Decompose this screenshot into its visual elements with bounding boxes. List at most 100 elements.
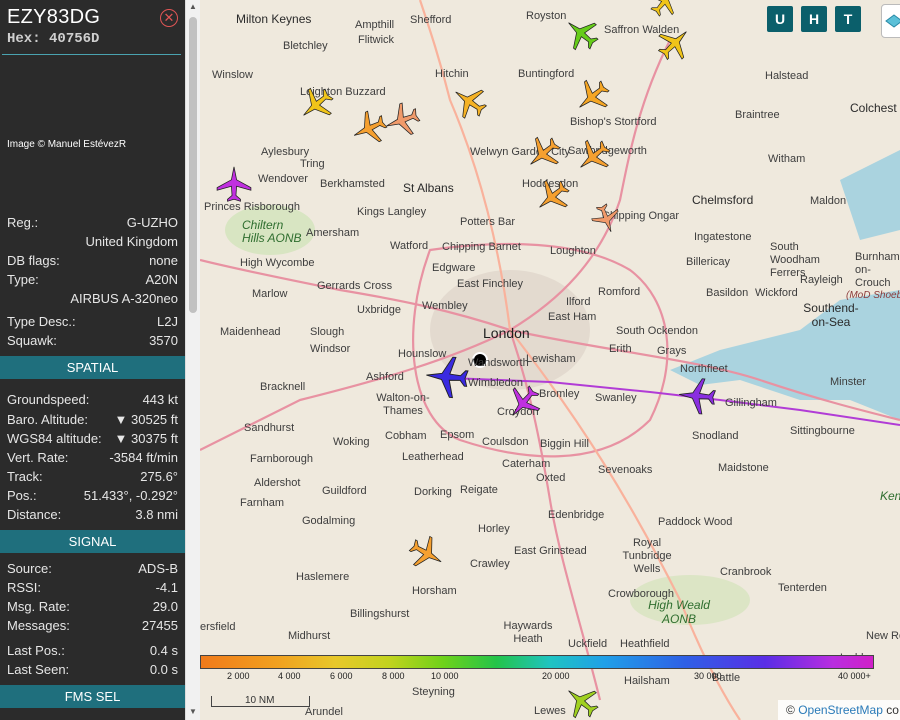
- toggle-t-button[interactable]: T: [835, 6, 861, 32]
- toggle-u-button[interactable]: U: [767, 6, 793, 32]
- legend-tick: 6 000: [330, 671, 353, 681]
- aonb-label: Chiltern Hills AONB: [242, 218, 302, 245]
- baro-altitude-row: Baro. Altitude: ▼ 30525 ft: [7, 412, 178, 427]
- place-label: Sittingbourne: [790, 425, 855, 437]
- place-label: Guildford: [322, 485, 367, 497]
- place-label: Loughton: [550, 245, 596, 257]
- map-attribution: © OpenStreetMap co: [778, 700, 900, 720]
- place-label: Leatherhead: [402, 451, 464, 463]
- type-name-row: AIRBUS A-320neo: [70, 291, 178, 306]
- place-label: Royston: [526, 10, 567, 22]
- place-label: Hounslow: [398, 348, 447, 360]
- map-view[interactable]: Milton Keynes Shefford Royston Saffron W…: [200, 0, 900, 720]
- legend-tick: 4 000: [278, 671, 301, 681]
- place-label: Braintree: [735, 109, 780, 121]
- country-row: United Kingdom: [85, 234, 179, 249]
- place-label: ersfield: [200, 621, 236, 633]
- layers-icon[interactable]: [881, 4, 900, 38]
- aonb-label: High Weald AONB: [648, 598, 710, 626]
- scroll-up-icon[interactable]: ▲: [186, 0, 200, 14]
- place-label: Haywards Heath: [503, 620, 553, 645]
- place-label: High Wycombe: [240, 257, 315, 269]
- scroll-down-icon[interactable]: ▼: [186, 705, 200, 719]
- place-label: Chipping Barnet: [442, 241, 521, 253]
- place-label: Rayleigh: [800, 274, 843, 286]
- toggle-h-button[interactable]: H: [801, 6, 827, 32]
- place-label: Winslow: [212, 69, 253, 81]
- spatial-section-header: SPATIAL: [0, 356, 185, 379]
- place-label: Chelmsford: [692, 193, 754, 207]
- place-label: Aylesbury: [261, 146, 310, 158]
- legend-tick: 10 000: [431, 671, 459, 681]
- last-pos-row: Last Pos.: 0.4 s: [7, 643, 178, 658]
- fms-sel-section-header: FMS SEL: [0, 685, 185, 708]
- hex-code: Hex: 40756D: [7, 31, 100, 47]
- place-label: Ingatestone: [694, 231, 752, 243]
- type-row: Type: A20N: [7, 272, 178, 287]
- signal-section-header: SIGNAL: [0, 530, 185, 553]
- place-label: Wendover: [258, 173, 308, 185]
- aircraft-info-panel: EZY83DG Hex: 40756D ✕ Image © Manuel Est…: [0, 0, 185, 720]
- wgs-altitude-row: WGS84 altitude: ▼ 30375 ft: [7, 431, 178, 446]
- vert-rate-row: Vert. Rate: -3584 ft/min: [7, 450, 178, 465]
- place-label: Snodland: [692, 430, 739, 442]
- place-label: Hailsham: [624, 675, 670, 687]
- place-label: Marlow: [252, 288, 288, 300]
- place-label: Tenterden: [778, 582, 827, 594]
- place-label: Heathfield: [620, 638, 670, 650]
- typedesc-row: Type Desc.: L2J: [7, 314, 178, 329]
- place-label: Wembley: [422, 300, 468, 312]
- place-label: Leighton Buzzard: [300, 86, 386, 98]
- place-label: Haslemere: [296, 571, 350, 583]
- groundspeed-row: Groundspeed: 443 kt: [7, 392, 178, 407]
- place-label: Cranbrook: [720, 566, 772, 578]
- place-label: Tring: [300, 158, 325, 170]
- place-label: East Ham: [548, 311, 597, 323]
- place-label: Bletchley: [283, 40, 328, 52]
- place-label: Lewisham: [526, 353, 576, 365]
- place-label: Potters Bar: [460, 216, 516, 228]
- reg-row: Reg.: G-UZHO: [7, 215, 178, 230]
- legend-tick: 2 000: [227, 671, 250, 681]
- place-label: Cobham: [385, 430, 427, 442]
- place-label: Sandhurst: [244, 422, 295, 434]
- place-label: Edgware: [432, 262, 476, 274]
- place-label: Kings Langley: [357, 206, 427, 218]
- place-label: Epsom: [440, 429, 475, 441]
- close-icon[interactable]: ✕: [160, 9, 178, 27]
- callsign: EZY83DG: [7, 6, 101, 28]
- place-label: Colchest: [850, 101, 897, 115]
- legend-tick: 20 000: [542, 671, 570, 681]
- place-label: Hoddesdon: [522, 178, 579, 190]
- photo-credit: Image © Manuel EstévezR: [7, 139, 127, 150]
- messages-row: Messages: 27455: [7, 618, 178, 633]
- place-label: Arundel: [305, 706, 343, 718]
- place-label: Crawley: [470, 558, 510, 570]
- header-divider: [2, 54, 181, 55]
- place-label: Northfleet: [680, 363, 728, 375]
- place-label: Biggin Hill: [540, 438, 589, 450]
- place-label: (MoD Shoeb: [846, 290, 900, 301]
- place-label: Edenbridge: [548, 509, 605, 521]
- place-label: Maldon: [810, 195, 847, 207]
- place-label: Billingshurst: [350, 608, 410, 620]
- legend-tick: 30 000: [694, 671, 722, 681]
- place-label: Basildon: [706, 287, 749, 299]
- place-label: Amersham: [306, 227, 360, 239]
- msg-rate-row: Msg. Rate: 29.0: [7, 599, 178, 614]
- place-label: Gillingham: [725, 397, 777, 409]
- place-label: Royal Tunbridge Wells: [622, 537, 672, 575]
- place-label: Ken: [880, 489, 900, 503]
- place-label: East Finchley: [457, 278, 524, 290]
- openstreetmap-link[interactable]: OpenStreetMap: [798, 703, 883, 717]
- place-label: Horsham: [412, 585, 457, 597]
- place-label: Ilford: [566, 296, 591, 308]
- sidebar-scrollbar[interactable]: ▲ ▼: [185, 0, 200, 720]
- scrollbar-thumb[interactable]: [189, 17, 197, 313]
- squawk-row: Squawk: 3570: [7, 333, 178, 348]
- place-label: Windsor: [310, 343, 351, 355]
- place-label: Lewes: [534, 705, 566, 717]
- place-label: Southend-on-Sea: [803, 301, 859, 329]
- place-label: Bishop's Stortford: [570, 116, 657, 128]
- place-label: Dorking: [414, 486, 452, 498]
